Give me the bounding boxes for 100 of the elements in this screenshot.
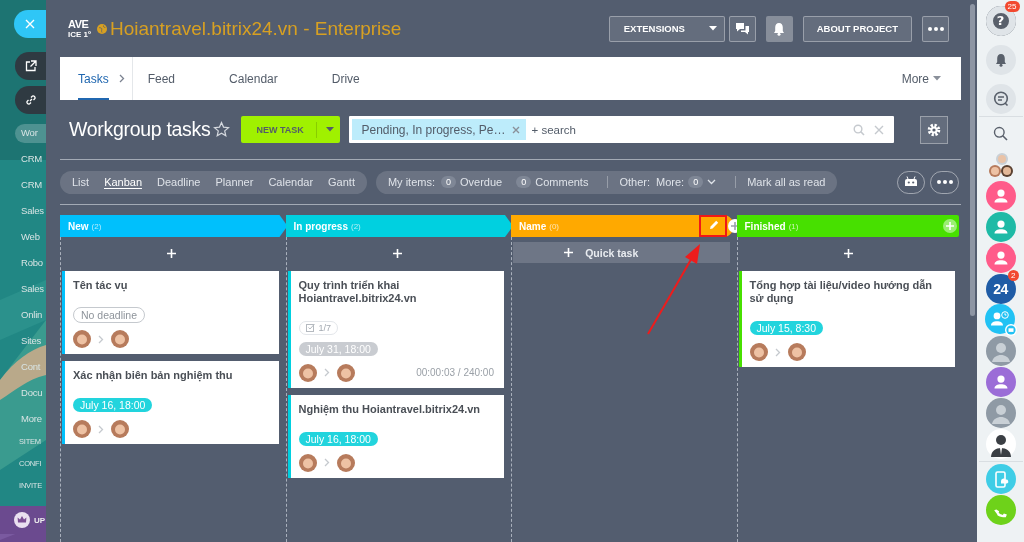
menu-item[interactable]: Docu [0,384,46,410]
column-count: (0) [549,221,560,231]
filter-chip[interactable]: Pending, In progress, Pe… [352,119,526,140]
globe-icon [96,23,107,34]
view-tab[interactable]: List [72,175,90,189]
portal-title: Hoiantravel.bitrix24.vn - Enterprise [109,17,402,40]
chevron-icon [98,334,104,344]
task-card[interactable]: Tên tác vụ No deadline [62,271,279,354]
upgrade-bar[interactable]: UP [0,506,46,534]
caret-icon [708,26,717,31]
chat-icon [992,91,1009,107]
avatar [298,453,317,472]
tab[interactable]: Tasks [78,57,109,100]
upgrade-label: UP [34,515,46,525]
menu-item[interactable]: Web [0,228,46,254]
plus-icon [564,248,574,257]
notification-badge: 2 [1008,270,1019,281]
chevron-icon [323,368,330,377]
view-tab[interactable]: Planner [215,175,254,189]
counter-filter[interactable]: 0 Comments [516,176,589,188]
task-title: Quy trình triển khai Hoiantravel.bitrix24.vn [298,279,418,305]
notification-badge: 25 [1004,1,1020,12]
task-title: Tổng hợp tài liệu/video hướng dẫn sử dụng [749,279,933,305]
time-tracker: 00:00:03 / 240:00 [416,367,494,378]
extensions-button[interactable]: EXTENSIONS [608,15,725,42]
settings-icon [927,122,941,137]
tab[interactable]: Drive [304,57,387,100]
quick-task-button[interactable]: Quick task [513,242,730,263]
menu-item[interactable]: Sales [0,202,46,228]
external-link-icon [24,60,37,72]
avatar [298,363,317,382]
view-tab[interactable]: Gantt [328,175,355,189]
view-tab[interactable]: Kanban [104,175,143,189]
logo: AVE ICE 1º [68,18,91,39]
menu-item[interactable]: CRM [0,150,46,176]
column-count: (1) [788,221,799,231]
mark-all-read-link[interactable]: Mark all as read [747,176,826,188]
robot-icon [904,176,918,188]
avatar [336,453,355,472]
task-card[interactable]: Xác nhận biên bản nghiệm thu July 16, 18:00 [62,361,279,444]
avatar[interactable] [985,428,1016,459]
task-title: Tên tác vụ [73,279,129,292]
user-avatar[interactable] [985,242,1016,273]
menu-item[interactable]: Sites [0,332,46,358]
menu-item[interactable]: Onlin [0,306,46,332]
remove-icon [511,125,520,134]
column-title: Name [519,220,547,232]
counters-label: My items: [387,176,435,188]
counter-filter[interactable]: 0 Overdue [441,176,503,188]
bell-icon [994,53,1007,67]
menu-item[interactable]: More [0,410,46,436]
close-button[interactable] [14,10,46,38]
task-card[interactable]: Nghiệm thu Hoiantravel.bitrix24.vn July 16, 18:00 [287,394,504,478]
user-avatar[interactable] [985,366,1016,397]
settings-button[interactable] [920,115,948,144]
avatar [111,330,129,348]
more-counters[interactable]: More: 0 [656,176,717,188]
add-task-icon [392,249,402,258]
more-icon [936,180,953,184]
chevron-icon [98,424,104,434]
more-button[interactable] [922,15,949,42]
tab[interactable]: Feed [120,57,203,100]
tab[interactable]: Calendar [202,57,305,100]
notifications-button[interactable] [765,15,793,42]
menu-item[interactable]: Wor [15,124,46,143]
view-tab[interactable]: Deadline [157,175,201,189]
chat-button[interactable] [728,15,756,42]
column-title: Finished [744,220,786,232]
pencil-icon [708,220,719,230]
add-task-icon [167,249,177,258]
column-count: (2) [350,221,361,231]
checklist-count: 1/7 [318,322,331,333]
new-task-button[interactable]: NEW TASK [241,116,341,143]
chevron-icon [774,347,781,357]
plus-circle-icon [943,219,957,233]
counter-label: Comments [535,176,589,188]
menu-item[interactable]: CRM [0,176,46,202]
more-menu[interactable]: More [901,71,941,86]
caret-icon [325,127,334,132]
search-field[interactable]: Pending, In progress, Pe… + search [349,116,895,143]
star-icon [213,121,231,138]
link-icon [24,94,37,106]
menu-item[interactable]: Sales [0,280,46,306]
task-title: Xác nhận biên bản nghiệm thu [73,369,234,382]
task-card[interactable]: Tổng hợp tài liệu/video hướng dẫn sử dụng July 15, 8:30 [738,271,955,367]
about-project-button[interactable]: ABOUT PROJECT [802,15,912,42]
avatar [787,343,806,361]
page-title: Workgroup tasks [69,118,211,141]
task-title: Nghiệm thu Hoiantravel.bitrix24.vn [298,402,482,416]
count-badge: 0 [688,176,704,188]
column-title: In progress [293,220,348,232]
count-badge: 0 [441,176,457,188]
chat-icon [734,22,750,35]
user-avatar[interactable] [985,211,1016,242]
user-avatar[interactable] [985,180,1016,211]
menu-item[interactable]: Robo [0,254,46,280]
view-tab[interactable]: Calendar [268,175,314,189]
close-icon [25,19,35,29]
counters-label: Other: [619,176,650,188]
avatar [336,363,355,382]
